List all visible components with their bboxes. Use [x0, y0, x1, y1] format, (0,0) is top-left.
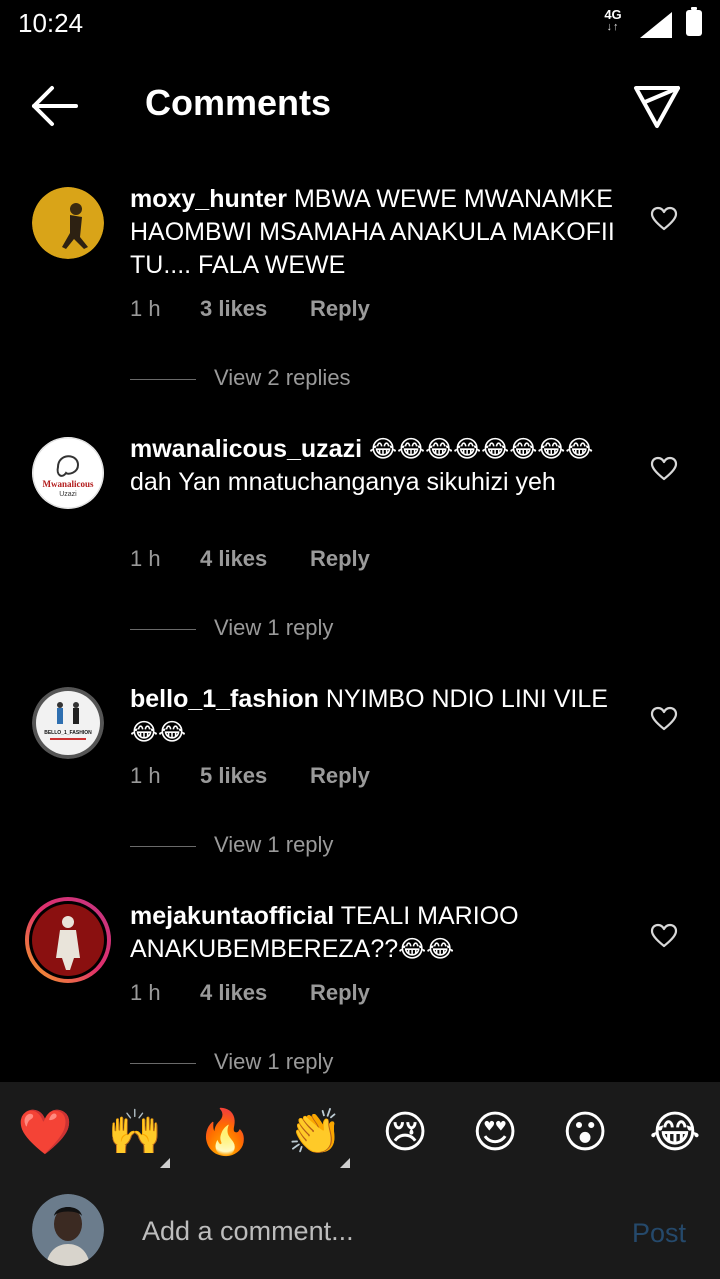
raised-hands-emoji: 🙌	[107, 1107, 163, 1158]
view-replies-label: View 1 reply	[214, 1049, 334, 1074]
clock: 10:24	[18, 8, 84, 38]
avatar[interactable]	[24, 896, 112, 984]
network-type: 4G	[604, 7, 622, 22]
reply-button[interactable]: Reply	[310, 296, 370, 322]
view-replies-label: View 1 reply	[214, 832, 334, 857]
comment-meta: 1 h 3 likes Reply	[130, 296, 370, 322]
reaction-heart-eyes-button[interactable]: 😍	[466, 1104, 524, 1162]
reaction-heart-button[interactable]: ❤️	[16, 1104, 74, 1162]
reaction-clap-button[interactable]: 👏	[286, 1104, 350, 1168]
comment-text: bello_1_fashion NYIMBO NDIO LINI VILE 😂😂	[130, 683, 630, 749]
like-button[interactable]	[650, 705, 680, 735]
comment-username[interactable]: moxy_hunter	[130, 185, 287, 213]
view-replies-label: View 2 replies	[214, 365, 351, 390]
comment-meta: 1 h 4 likes Reply	[130, 546, 370, 572]
avatar-image: BELLO_1_FASHION	[32, 687, 104, 759]
comment-username[interactable]: mwanalicous_uzazi	[130, 435, 362, 463]
comment-text: mejakuntaofficial TEALI MARIOO ANAKUBEMB…	[130, 900, 630, 966]
avatar-logo-text: Mwanalicous	[42, 479, 94, 489]
heart-icon	[650, 456, 678, 481]
reaction-surprised-button[interactable]: 😮	[556, 1104, 614, 1162]
reply-button[interactable]: Reply	[310, 546, 370, 572]
clapping-hands-emoji: 👏	[287, 1107, 343, 1158]
divider-line	[130, 1062, 196, 1064]
status-bar: 10:24 4G ↓↑	[0, 0, 720, 50]
comment-likes[interactable]: 4 likes	[200, 980, 310, 1006]
comment-text: mwanalicous_uzazi 😂😂😂😂😂😂😂😂 dah Yan mnatuc…	[130, 433, 630, 499]
signal-icon	[640, 12, 672, 38]
heart-icon	[650, 706, 678, 731]
skin-tone-indicator	[160, 1158, 170, 1168]
reaction-raised-hands-button[interactable]: 🙌	[106, 1104, 170, 1168]
view-replies-button[interactable]: View 1 reply	[130, 615, 333, 641]
avatar-image: Mwanalicous Uzazi	[32, 437, 104, 509]
avatar-logo-text: BELLO_1_FASHION	[44, 730, 92, 736]
network-indicator: 4G ↓↑	[598, 8, 628, 33]
comment-body: dah Yan mnatuchanganya sikuhizi yeh	[130, 468, 556, 496]
send-icon	[634, 86, 680, 128]
heart-icon	[650, 923, 678, 948]
comment-input[interactable]	[140, 1210, 604, 1252]
back-button[interactable]	[30, 84, 80, 128]
reply-button[interactable]: Reply	[310, 763, 370, 789]
view-replies-button[interactable]: View 1 reply	[130, 832, 333, 858]
data-activity-icon: ↓↑	[606, 21, 620, 33]
divider-line	[130, 845, 196, 847]
comment-likes[interactable]: 5 likes	[200, 763, 310, 789]
divider-line	[130, 628, 196, 630]
avatar[interactable]: BELLO_1_FASHION	[32, 687, 104, 759]
view-replies-button[interactable]: View 1 reply	[130, 1049, 333, 1075]
like-button[interactable]	[650, 922, 680, 952]
comment-time: 1 h	[130, 980, 161, 1005]
comment-username[interactable]: mejakuntaofficial	[130, 902, 334, 930]
skin-tone-indicator	[340, 1158, 350, 1168]
battery-icon	[686, 7, 702, 36]
post-button[interactable]: Post	[632, 1218, 686, 1249]
comment-emojis: 😂😂😂😂😂😂😂😂	[368, 435, 594, 463]
comment-time: 1 h	[130, 296, 161, 321]
avatar[interactable]: Mwanalicous Uzazi	[32, 437, 104, 509]
divider-line	[130, 378, 196, 380]
share-button[interactable]	[632, 80, 682, 130]
avatar-image	[32, 1194, 104, 1266]
comment-emojis: 😂😂	[130, 718, 187, 746]
comment-time: 1 h	[130, 546, 161, 571]
comment-time: 1 h	[130, 763, 161, 788]
avatar[interactable]	[32, 187, 104, 259]
current-user-avatar	[32, 1194, 104, 1266]
reaction-fire-button[interactable]: 🔥	[196, 1104, 254, 1162]
back-arrow-icon	[32, 86, 78, 126]
reaction-laughing-button[interactable]: 😂	[646, 1104, 704, 1162]
like-button[interactable]	[650, 455, 680, 485]
comment-composer: Post	[0, 1182, 720, 1279]
like-button[interactable]	[650, 205, 680, 235]
heart-icon	[650, 206, 678, 231]
view-replies-button[interactable]: View 2 replies	[130, 365, 351, 391]
comment-likes[interactable]: 3 likes	[200, 296, 310, 322]
page-title: Comments	[145, 82, 332, 123]
comment-emojis: 😂😂	[398, 935, 455, 963]
avatar-logo-subtext: Uzazi	[59, 491, 77, 498]
quick-reaction-bar: ❤️ 🙌 🔥 👏 😢 😍 😮 😂	[0, 1082, 720, 1182]
reaction-crying-button[interactable]: 😢	[376, 1104, 434, 1162]
comment-likes[interactable]: 4 likes	[200, 546, 310, 572]
view-replies-label: View 1 reply	[214, 615, 334, 640]
header: Comments	[0, 60, 720, 150]
comment-text: moxy_hunter MBWA WEWE MWANAMKE HAOMBWI M…	[130, 183, 630, 282]
reply-button[interactable]: Reply	[310, 980, 370, 1006]
comment-username[interactable]: bello_1_fashion	[130, 685, 319, 713]
avatar-image	[25, 897, 111, 983]
comment-meta: 1 h 4 likes Reply	[130, 980, 370, 1006]
avatar-image	[32, 187, 104, 259]
comment-meta: 1 h 5 likes Reply	[130, 763, 370, 789]
comment-body: NYIMBO NDIO LINI VILE	[325, 685, 608, 713]
